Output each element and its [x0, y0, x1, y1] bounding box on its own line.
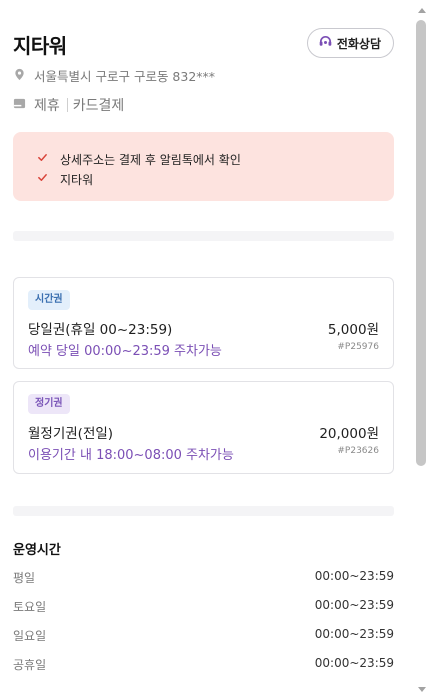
hours-row: 일요일 00:00~23:59 — [13, 627, 394, 645]
vertical-scrollbar[interactable] — [410, 0, 434, 698]
ticket-card-monthly[interactable]: 정기권 월정기권(전일) 20,000원 이용기간 내 18:00~08:00 … — [13, 381, 394, 474]
ticket-name: 당일권(휴일 00~23:59) — [28, 322, 173, 338]
hours-day: 평일 — [13, 571, 36, 585]
hours-row: 평일 00:00~23:59 — [13, 569, 394, 587]
page-title: 지타워 — [13, 34, 67, 58]
notice-text: 상세주소는 결제 후 알림톡에서 확인 — [60, 152, 241, 167]
hours-time: 00:00~23:59 — [314, 627, 394, 641]
tag-partner: 제휴 — [34, 98, 60, 114]
hours-time: 00:00~23:59 — [314, 656, 394, 670]
call-consult-button[interactable]: 전화상담 — [306, 28, 394, 58]
header: 지타워 전화상담 — [13, 28, 394, 60]
section-divider — [13, 506, 394, 516]
check-icon — [37, 152, 48, 166]
location-pin-icon — [13, 68, 26, 84]
hours-time: 00:00~23:59 — [314, 569, 394, 583]
scroll-down-arrow-icon[interactable] — [418, 687, 426, 692]
notice-item: 상세주소는 결제 후 알림톡에서 확인 — [37, 149, 394, 169]
ticket-description: 예약 당일 00:00~23:59 주차가능 — [28, 344, 222, 359]
scroll-up-arrow-icon[interactable] — [418, 8, 426, 13]
ticket-description: 이용기간 내 18:00~08:00 주차가능 — [28, 448, 234, 463]
tag-card-payment: 카드결제 — [72, 98, 125, 114]
headset-icon — [318, 34, 333, 52]
operating-hours-title: 운영시간 — [13, 543, 61, 558]
address-row: 서울특별시 구로구 구로동 832*** — [13, 66, 215, 85]
hours-day: 일요일 — [13, 629, 47, 643]
ticket-code: #P25976 — [337, 342, 379, 352]
hours-time: 00:00~23:59 — [314, 598, 394, 612]
ticket-price: 5,000원 — [327, 322, 379, 338]
ticket-card-hourly[interactable]: 시간권 당일권(휴일 00~23:59) 5,000원 예약 당일 00:00~… — [13, 277, 394, 369]
ticket-code: #P23626 — [337, 446, 379, 456]
section-divider — [13, 231, 394, 241]
hours-row: 공휴일 00:00~23:59 — [13, 656, 394, 674]
card-icon — [13, 97, 34, 114]
call-consult-label: 전화상담 — [336, 36, 381, 51]
hours-row: 토요일 00:00~23:59 — [13, 598, 394, 616]
ticket-type-badge: 정기권 — [28, 394, 70, 414]
hours-day: 토요일 — [13, 600, 47, 614]
check-icon — [37, 172, 48, 186]
feature-tags: 제휴 카드결제 — [13, 95, 124, 115]
address-text: 서울특별시 구로구 구로동 832*** — [34, 69, 216, 84]
notice-box: 상세주소는 결제 후 알림톡에서 확인 지타워 — [13, 132, 394, 201]
ticket-price: 20,000원 — [319, 426, 379, 442]
ticket-name: 월정기권(전일) — [28, 426, 114, 442]
notice-item: 지타워 — [37, 169, 394, 189]
tag-divider — [66, 98, 68, 112]
notice-text: 지타워 — [60, 172, 94, 187]
parking-detail-page: 지타워 전화상담 서울특별시 구로구 구로동 832*** 제휴 카드결제 상세… — [0, 0, 410, 698]
hours-day: 공휴일 — [13, 658, 47, 672]
ticket-type-badge: 시간권 — [28, 290, 70, 310]
scrollbar-thumb[interactable] — [416, 20, 426, 466]
